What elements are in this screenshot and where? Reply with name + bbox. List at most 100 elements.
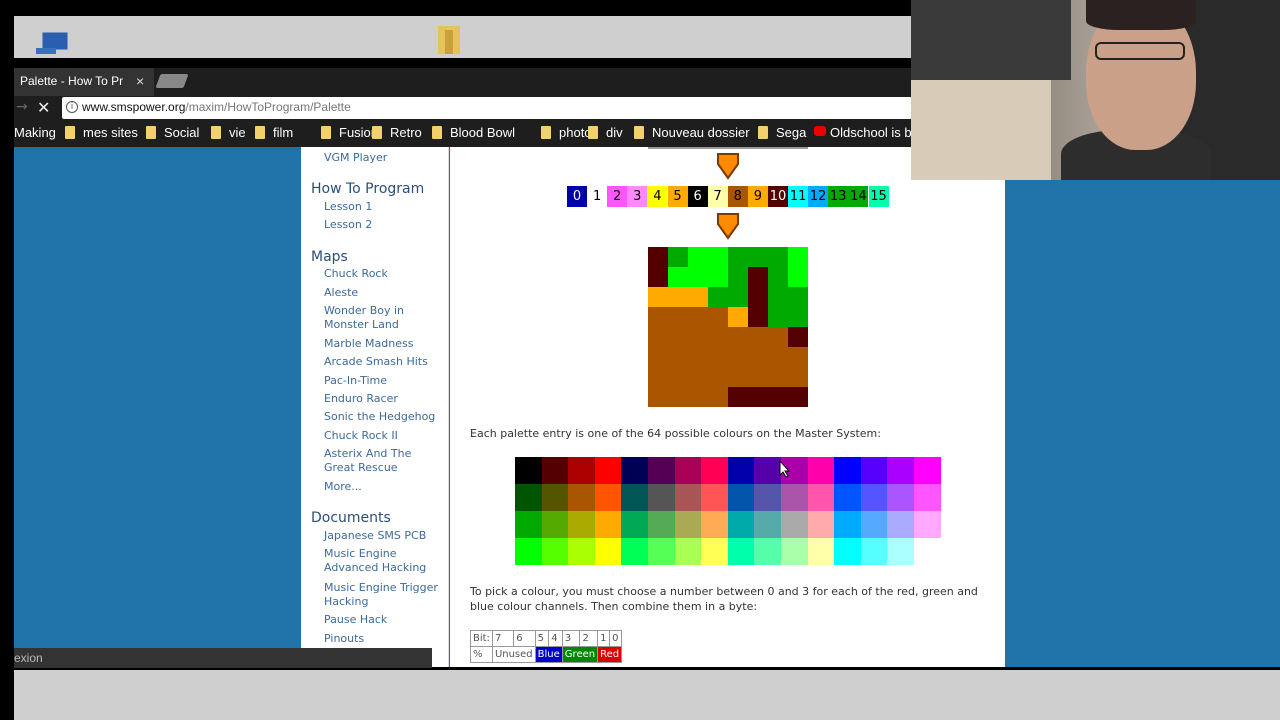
colour-swatch bbox=[887, 511, 914, 538]
sidebar-item[interactable]: Pause Hack bbox=[324, 613, 444, 627]
colour-swatch bbox=[860, 484, 888, 511]
desktop-taskbar-area bbox=[14, 670, 1280, 720]
sidebar-item[interactable]: Music Engine Trigger Hacking bbox=[324, 581, 444, 609]
colour-swatch bbox=[621, 511, 648, 538]
bookmark-item[interactable]: mes sites bbox=[83, 125, 138, 140]
computer-icon[interactable] bbox=[34, 30, 72, 56]
bookmark-item[interactable]: Sega bbox=[776, 125, 806, 140]
colour-swatch bbox=[674, 484, 702, 511]
bit-header-cell: 1 bbox=[597, 630, 611, 647]
bit-header-cell: 5 bbox=[534, 630, 550, 647]
new-tab-button[interactable] bbox=[155, 74, 189, 88]
sidebar-item[interactable]: VGM Player bbox=[324, 151, 444, 165]
colour-swatch bbox=[914, 511, 941, 538]
sidebar-item[interactable]: Pac-In-Time bbox=[324, 374, 444, 388]
colour-swatch bbox=[594, 484, 622, 511]
bookmark-item[interactable]: Retro bbox=[390, 125, 422, 140]
colour-swatch bbox=[807, 457, 835, 484]
bookmark-item[interactable]: photo bbox=[559, 125, 592, 140]
colour-swatch bbox=[887, 484, 914, 511]
bit-field-row: % Unused Blue Green Red bbox=[470, 646, 623, 663]
bookmark-folder-icon bbox=[255, 126, 265, 139]
sidebar-item[interactable]: Sonic the Hedgehog bbox=[324, 410, 444, 424]
sidebar-item[interactable]: Pinouts bbox=[324, 632, 444, 646]
bookmark-item[interactable]: Making bbox=[14, 125, 56, 140]
bookmark-folder-icon bbox=[758, 126, 768, 139]
colour-swatch bbox=[541, 484, 569, 511]
colour-swatch bbox=[914, 457, 941, 484]
tab-palette[interactable]: Palette - How To Pr bbox=[14, 68, 154, 96]
palette-index-cell: 0 bbox=[567, 186, 587, 207]
colour-swatch bbox=[860, 457, 888, 484]
colour-swatch bbox=[834, 484, 861, 511]
tab-title: Palette - How To Pr bbox=[20, 74, 124, 88]
bit-header-cell: 7 bbox=[491, 630, 515, 647]
colour-swatch bbox=[674, 538, 702, 565]
colour-swatch bbox=[594, 511, 622, 538]
colour-swatch bbox=[754, 457, 781, 484]
colour-swatch bbox=[727, 457, 755, 484]
webcam-background-shelf bbox=[911, 0, 1071, 80]
bookmark-item[interactable]: film bbox=[273, 125, 293, 140]
sidebar-item[interactable]: Arcade Smash Hits bbox=[324, 355, 444, 369]
sidebar-item[interactable]: Japanese SMS PCB bbox=[324, 529, 444, 543]
colour-swatch bbox=[701, 457, 728, 484]
colour-swatch bbox=[701, 538, 728, 565]
stop-loading-icon[interactable]: ✕ bbox=[37, 98, 50, 117]
sidebar-item[interactable]: Asterix And The Great Rescue bbox=[324, 447, 444, 475]
colour-swatch bbox=[515, 457, 542, 484]
down-arrow-icon bbox=[717, 153, 739, 180]
bookmark-item[interactable]: Blood Bowl bbox=[450, 125, 515, 140]
desktop-background bbox=[14, 16, 914, 58]
colour-swatch bbox=[674, 457, 702, 484]
bit-header-cell: 2 bbox=[579, 630, 599, 647]
tab-close-icon[interactable]: × bbox=[136, 73, 144, 89]
folder-icon[interactable] bbox=[436, 22, 462, 56]
sidebar-item[interactable]: Chuck Rock bbox=[324, 267, 444, 281]
sidebar-item[interactable]: Marble Madness bbox=[324, 337, 444, 351]
down-arrow-icon bbox=[717, 213, 739, 240]
palette-index-cell: 3 bbox=[627, 186, 648, 207]
status-text: exion bbox=[14, 651, 43, 665]
url-host: www.smspower.org bbox=[82, 100, 186, 114]
bookmark-item[interactable]: Oldschool is b bbox=[830, 125, 912, 140]
bit-header-cell: 3 bbox=[561, 630, 581, 647]
colour-swatch bbox=[648, 538, 675, 565]
colour-swatch bbox=[621, 484, 648, 511]
colour-swatch bbox=[515, 511, 542, 538]
sidebar-item[interactable]: Aleste bbox=[324, 286, 444, 300]
bookmark-item[interactable]: Nouveau dossier bbox=[652, 125, 750, 140]
bookmark-item[interactable]: vie bbox=[229, 125, 246, 140]
colour-swatch bbox=[594, 457, 622, 484]
colour-swatch bbox=[887, 538, 914, 565]
forward-arrow-icon[interactable]: → bbox=[16, 99, 28, 115]
sidebar-item[interactable]: Lesson 1 bbox=[324, 200, 444, 214]
sidebar-item[interactable]: Enduro Racer bbox=[324, 392, 444, 406]
intro-paragraph: Each palette entry is one of the 64 poss… bbox=[470, 427, 881, 440]
sidebar-item[interactable]: More... bbox=[324, 480, 444, 494]
palette-index-cell: 2 bbox=[607, 186, 628, 207]
bookmark-item[interactable]: Social bbox=[164, 125, 199, 140]
colour-swatch bbox=[568, 538, 595, 565]
sidebar-item[interactable]: Chuck Rock II bbox=[324, 429, 444, 443]
bookmark-folder-icon bbox=[211, 126, 221, 139]
webcam-hair bbox=[1086, 0, 1196, 30]
sidebar-item[interactable]: Lesson 2 bbox=[324, 218, 444, 232]
colour-swatch bbox=[727, 511, 755, 538]
colour-swatch bbox=[621, 538, 648, 565]
colour-swatch bbox=[860, 538, 888, 565]
palette-index-cell: 6 bbox=[687, 186, 708, 207]
bookmark-folder-icon bbox=[634, 126, 644, 139]
webcam-overlay bbox=[911, 0, 1280, 180]
sidebar-item[interactable]: Music Engine Advanced Hacking bbox=[324, 547, 444, 575]
info-icon[interactable]: i bbox=[66, 101, 78, 113]
colour-swatch bbox=[781, 511, 808, 538]
colour-swatch bbox=[781, 484, 808, 511]
sidebar-item[interactable]: Wonder Boy in Monster Land bbox=[324, 304, 444, 332]
colour-swatch bbox=[834, 457, 861, 484]
bookmark-item[interactable]: div bbox=[606, 125, 623, 140]
url-path: /maxim/HowToProgram/Palette bbox=[185, 100, 351, 114]
bit-layout-table: Bit: 7 6 5 4 3 2 1 0 % Unused Blue Green Red bbox=[470, 630, 623, 663]
colour-swatch bbox=[621, 457, 648, 484]
url-text[interactable]: www.smspower.org/maxim/HowToProgram/Pale… bbox=[82, 100, 351, 114]
